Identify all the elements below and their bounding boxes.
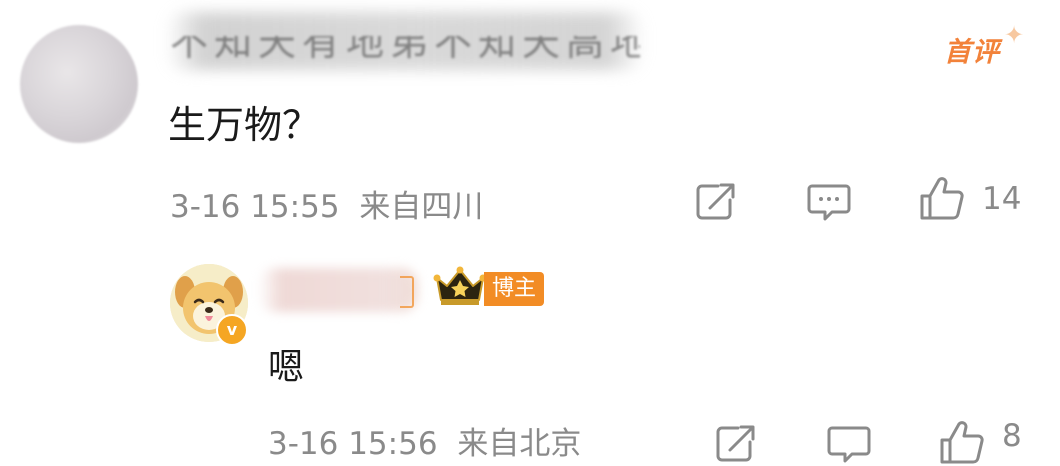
share-icon[interactable] — [694, 182, 736, 222]
username-edge — [400, 276, 414, 308]
comment-date: 3-16 15:55 — [170, 189, 340, 225]
like-count: 14 — [982, 181, 1022, 217]
crown-icon — [433, 266, 487, 306]
username-blurred[interactable] — [258, 268, 418, 312]
reply-meta: 3-16 15:56 来自北京 — [268, 418, 581, 463]
comment-meta: 3-16 15:55 来自四川 — [170, 181, 483, 226]
like-icon[interactable] — [918, 176, 966, 222]
comment-text: 生万物？ — [168, 103, 321, 147]
username[interactable]: 不知天有地弟不知天高地厚 — [170, 36, 640, 76]
reply-location: 来自北京 — [457, 426, 582, 462]
like-icon[interactable] — [938, 420, 986, 466]
blogger-tag: 博主 — [484, 272, 545, 306]
avatar[interactable] — [20, 25, 138, 143]
share-icon[interactable] — [714, 424, 756, 464]
comment-icon[interactable] — [806, 182, 852, 224]
reply-date: 3-16 15:56 — [268, 426, 438, 462]
like-count: 8 — [1002, 418, 1022, 454]
first-comment-badge: 首评 — [944, 37, 1000, 68]
reply-text: 嗯 — [268, 347, 305, 388]
comment-icon[interactable] — [826, 424, 872, 466]
comment-location: 来自四川 — [359, 189, 484, 225]
verified-badge: v — [216, 314, 248, 346]
star-icon: ✦ — [1004, 21, 1025, 49]
